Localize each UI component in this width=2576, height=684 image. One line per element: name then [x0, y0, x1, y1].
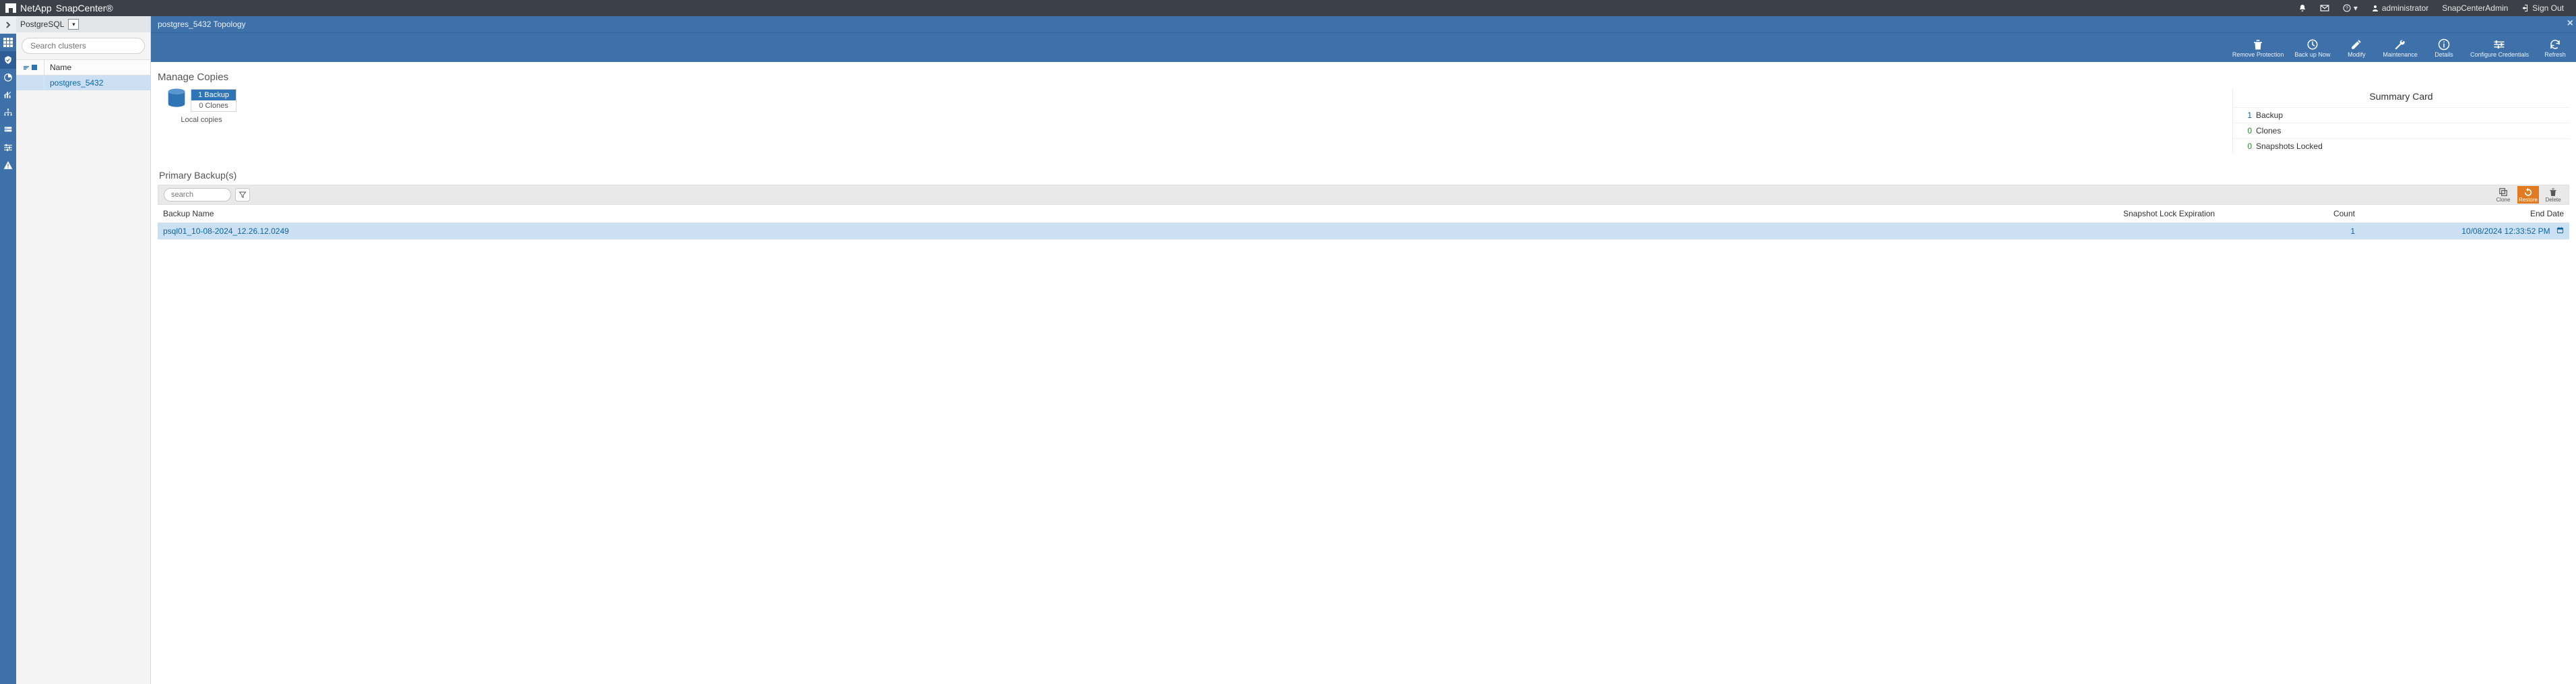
- summary-line-clones: 0 Clones: [2233, 123, 2569, 138]
- configure-credentials-button[interactable]: Configure Credentials: [2465, 33, 2534, 62]
- col-name-header[interactable]: Name: [44, 63, 71, 72]
- rail-reports-icon[interactable]: [0, 86, 16, 104]
- local-copies-label: Local copies: [181, 116, 222, 124]
- rail-monitor-icon[interactable]: [0, 69, 16, 86]
- backup-row[interactable]: psql01_10-08-2024_12.26.12.0249 1 10/08/…: [158, 223, 2569, 240]
- cell-snapshot-lock-expiration: [2118, 223, 2286, 240]
- svg-text:?: ?: [2346, 7, 2348, 11]
- mail-icon[interactable]: [2313, 0, 2336, 16]
- brand-name: NetApp: [20, 3, 52, 13]
- summary-line-backup: 1 Backup: [2233, 107, 2569, 123]
- close-topology-button[interactable]: ×: [2567, 18, 2573, 30]
- help-menu[interactable]: ? ▾: [2336, 0, 2364, 16]
- backup-now-button[interactable]: Back up Now: [2289, 33, 2335, 62]
- clones-count-line: 0 Clones: [191, 100, 236, 111]
- calendar-icon: [2556, 226, 2564, 236]
- summary-line-snapshots-locked: 0 Snapshots Locked: [2233, 138, 2569, 154]
- rail-expand-button[interactable]: [0, 16, 16, 34]
- rail-hosts-icon[interactable]: [0, 104, 16, 121]
- storage-stack-icon: [166, 88, 187, 112]
- backups-table: Backup Name Snapshot Lock Expiration Cou…: [158, 205, 2569, 240]
- refresh-button[interactable]: Refresh: [2534, 33, 2576, 62]
- delete-button[interactable]: Delete: [2543, 186, 2563, 204]
- col-end-date[interactable]: End Date: [2360, 205, 2569, 223]
- restore-button[interactable]: Restore: [2517, 186, 2539, 204]
- topbar: NetApp SnapCenter® ? ▾ administrator Sna…: [0, 0, 2576, 16]
- brand: NetApp SnapCenter®: [5, 3, 113, 13]
- user-menu[interactable]: administrator: [2364, 0, 2435, 16]
- local-copies-card[interactable]: 1 Backup 0 Clones Local copies: [158, 88, 245, 124]
- cell-count: 1: [2286, 223, 2360, 240]
- cell-end-date: 10/08/2024 12:33:52 PM: [2360, 223, 2569, 240]
- backups-count-badge: 1 Backup: [191, 90, 236, 100]
- search-clusters-input[interactable]: [22, 38, 145, 54]
- col-snapshot-lock-expiration[interactable]: Snapshot Lock Expiration: [2118, 205, 2286, 223]
- resource-name: postgres_5432: [44, 78, 103, 88]
- resource-list-header: Name: [16, 59, 150, 75]
- col-count[interactable]: Count: [2286, 205, 2360, 223]
- sort-icons[interactable]: [16, 60, 44, 75]
- clone-button[interactable]: Clone: [2493, 186, 2513, 204]
- topology-action-bar: Remove Protection Back up Now Modify Mai…: [151, 32, 2576, 62]
- rail-resources-icon[interactable]: [0, 51, 16, 69]
- user-name: administrator: [2382, 3, 2428, 13]
- plugin-dropdown-button[interactable]: ▾: [68, 19, 79, 30]
- rail-settings-icon[interactable]: [0, 139, 16, 156]
- remove-protection-button[interactable]: Remove Protection: [2227, 33, 2290, 62]
- chevron-down-icon: ▾: [2354, 3, 2358, 13]
- maintenance-button[interactable]: Maintenance: [2377, 33, 2423, 62]
- rail-alerts-icon[interactable]: [0, 156, 16, 174]
- primary-backups-toolbar: Clone Restore Delete: [158, 185, 2569, 205]
- col-backup-name[interactable]: Backup Name: [158, 205, 2118, 223]
- breadcrumb-strip: postgres_5432 Topology ×: [151, 16, 2576, 32]
- plugin-label: PostgreSQL: [20, 20, 64, 29]
- netapp-logo-icon: [5, 3, 16, 13]
- plugin-selector: PostgreSQL ▾: [16, 16, 150, 32]
- resource-sidebar: PostgreSQL ▾ Name postgres_5432: [16, 16, 151, 684]
- role-label[interactable]: SnapCenterAdmin: [2435, 0, 2515, 16]
- nav-rail: [0, 16, 16, 684]
- summary-card: Summary Card 1 Backup 0 Clones 0 Snapsho…: [2232, 88, 2569, 154]
- main-area: postgres_5432 Topology × Remove Protecti…: [151, 16, 2576, 684]
- rail-dashboard-icon[interactable]: [0, 34, 16, 51]
- cell-backup-name: psql01_10-08-2024_12.26.12.0249: [158, 223, 2118, 240]
- resource-row-postgres-5432[interactable]: postgres_5432: [16, 75, 150, 90]
- filter-button[interactable]: [235, 188, 250, 201]
- summary-card-title: Summary Card: [2233, 88, 2569, 107]
- manage-copies-title: Manage Copies: [158, 71, 2569, 83]
- primary-backups-title: Primary Backup(s): [159, 170, 2569, 181]
- brand-product: SnapCenter®: [56, 3, 113, 13]
- sign-out-button[interactable]: Sign Out: [2515, 0, 2571, 16]
- backups-search-input[interactable]: [164, 188, 231, 201]
- rail-storage-icon[interactable]: [0, 121, 16, 139]
- notifications-icon[interactable]: [2292, 0, 2313, 16]
- details-button[interactable]: Details: [2423, 33, 2465, 62]
- breadcrumb: postgres_5432 Topology: [158, 20, 246, 29]
- modify-button[interactable]: Modify: [2335, 33, 2377, 62]
